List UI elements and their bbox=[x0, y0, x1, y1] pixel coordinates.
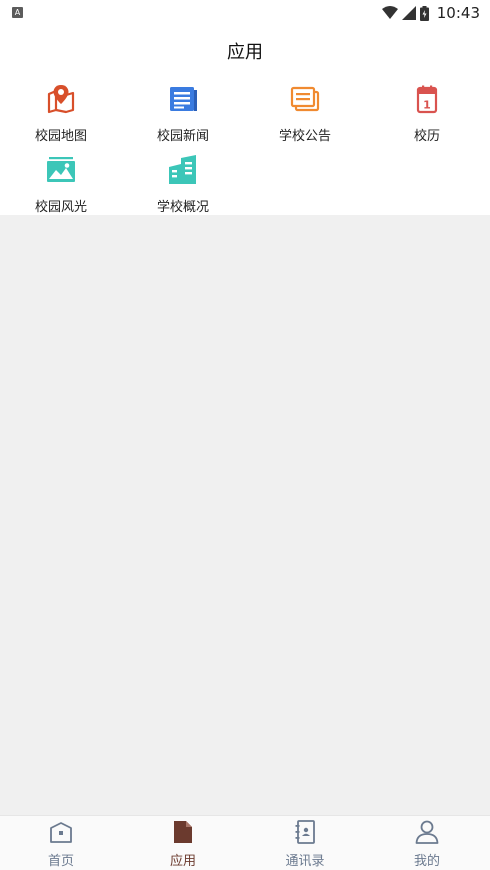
app-school-calendar[interactable]: 1 校历 bbox=[366, 76, 488, 146]
app-document-icon bbox=[174, 821, 192, 843]
status-indicators: 10:43 bbox=[381, 3, 480, 23]
tab-profile[interactable]: 我的 bbox=[366, 816, 488, 870]
app-label: 校园风光 bbox=[34, 200, 87, 215]
app-campus-scenery[interactable]: 校园风光 bbox=[0, 147, 122, 217]
battery-charging-icon bbox=[419, 5, 429, 21]
apps-grid: 校园地图 校园新闻 学校公告 1 校历 校园风光 学校概况 bbox=[0, 72, 490, 215]
tab-contacts[interactable]: 通讯录 bbox=[244, 816, 366, 870]
content-area bbox=[0, 215, 490, 815]
tab-apps[interactable]: 应用 bbox=[122, 816, 244, 870]
page-title: 应用 bbox=[227, 42, 263, 63]
app-school-notice[interactable]: 学校公告 bbox=[244, 76, 366, 146]
app-campus-news[interactable]: 校园新闻 bbox=[122, 76, 244, 146]
app-label: 学校概况 bbox=[156, 200, 209, 215]
notice-icon bbox=[290, 86, 320, 112]
notification-app-icon: A bbox=[12, 7, 23, 18]
app-school-overview[interactable]: 学校概况 bbox=[122, 147, 244, 217]
contacts-icon bbox=[295, 820, 315, 844]
news-icon bbox=[170, 87, 197, 111]
tab-label: 首页 bbox=[47, 854, 74, 869]
app-campus-map[interactable]: 校园地图 bbox=[0, 76, 122, 146]
tab-label: 通讯录 bbox=[285, 854, 325, 869]
tab-label: 我的 bbox=[413, 854, 440, 869]
app-label: 校历 bbox=[413, 129, 440, 144]
calendar-badge: 1 bbox=[423, 99, 431, 112]
home-icon bbox=[50, 822, 72, 843]
title-bar: 应用 bbox=[0, 26, 490, 72]
profile-icon bbox=[415, 820, 439, 844]
cell-signal-icon bbox=[401, 6, 416, 20]
wifi-icon bbox=[381, 6, 398, 19]
map-pin-icon bbox=[47, 85, 75, 114]
tab-home[interactable]: 首页 bbox=[0, 816, 122, 870]
building-icon bbox=[169, 155, 196, 184]
bottom-tab-bar: 首页 应用 通讯录 我的 bbox=[0, 815, 490, 870]
calendar-icon: 1 bbox=[416, 85, 438, 114]
app-label: 校园新闻 bbox=[156, 129, 209, 144]
tab-label: 应用 bbox=[169, 854, 196, 869]
status-time: 10:43 bbox=[436, 4, 480, 22]
app-label: 校园地图 bbox=[34, 129, 87, 144]
app-label: 学校公告 bbox=[278, 129, 331, 144]
landscape-icon bbox=[47, 157, 75, 182]
status-bar: A 10:43 bbox=[0, 0, 490, 26]
